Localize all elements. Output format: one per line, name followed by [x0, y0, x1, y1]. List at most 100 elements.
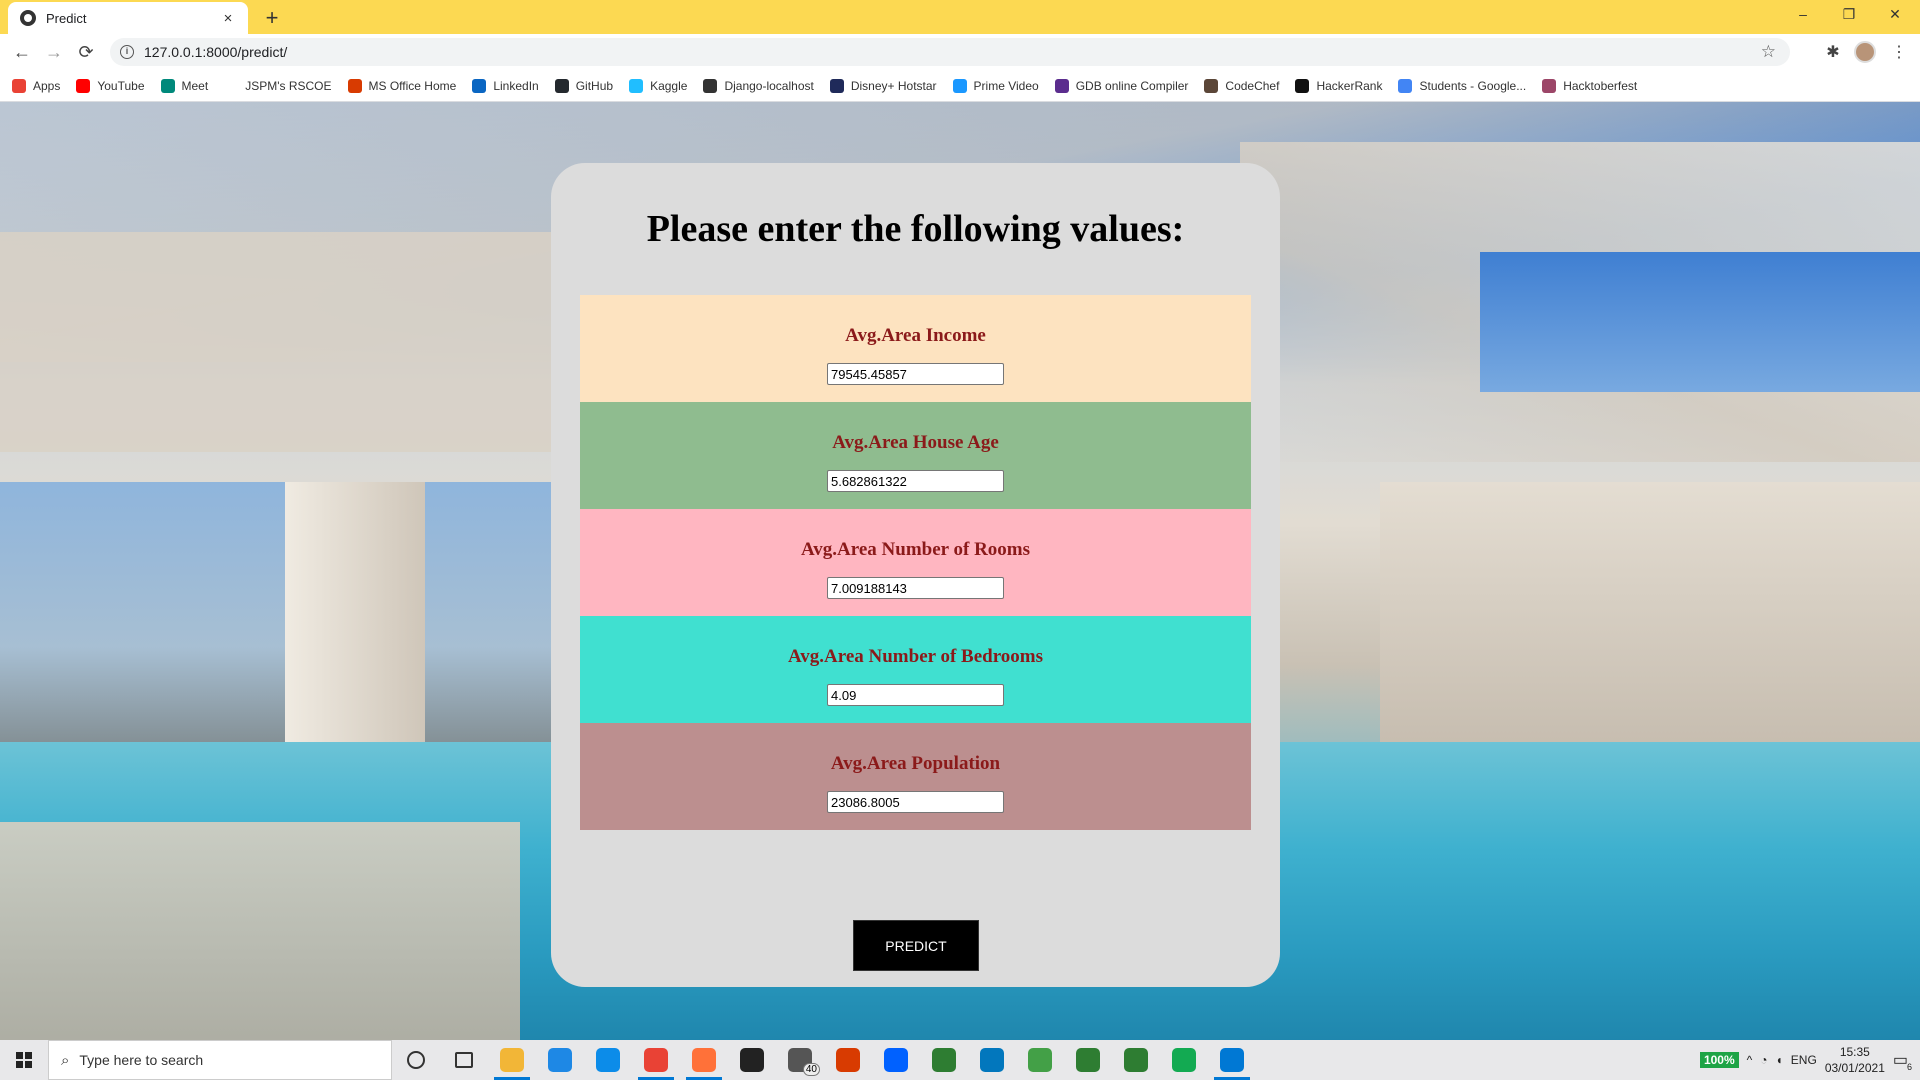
- hackerrank-icon: [1295, 78, 1310, 93]
- profile-avatar[interactable]: [1854, 41, 1876, 63]
- tray-overflow-icon[interactable]: ^: [1747, 1053, 1753, 1067]
- clock[interactable]: 15:35 03/01/2021: [1825, 1044, 1885, 1076]
- background-wall: [0, 232, 560, 452]
- taskbar-app-button[interactable]: [392, 1040, 440, 1080]
- taskbar-app-button[interactable]: [872, 1040, 920, 1080]
- bookmark-label: LinkedIn: [493, 78, 539, 93]
- app-l-icon: [548, 1048, 572, 1072]
- field-input[interactable]: [827, 470, 1004, 492]
- hacktoberfest-icon: [1542, 78, 1557, 93]
- bookmark-label: YouTube: [97, 78, 145, 93]
- forward-button[interactable]: →: [40, 38, 68, 66]
- taskbar-app-button[interactable]: [824, 1040, 872, 1080]
- browser-menu-icon[interactable]: ⋮: [1886, 40, 1912, 66]
- taskbar-app-button[interactable]: [536, 1040, 584, 1080]
- taskbar-app-button[interactable]: [584, 1040, 632, 1080]
- tab-favicon-icon: [20, 10, 36, 26]
- field-label: Avg.Area Income: [845, 325, 986, 346]
- bookmark-item[interactable]: GitHub: [554, 78, 614, 93]
- field-input[interactable]: [827, 684, 1004, 706]
- bookmark-label: MS Office Home: [368, 78, 457, 93]
- field-input[interactable]: [827, 791, 1004, 813]
- taskbar-app-button[interactable]: [632, 1040, 680, 1080]
- bookmark-item[interactable]: Django-localhost: [703, 78, 814, 93]
- form-fields: Avg.Area Income Avg.Area House Age Avg.Are…: [580, 295, 1251, 830]
- taskbar-app-button[interactable]: [440, 1040, 488, 1080]
- bookmark-item[interactable]: Kaggle: [629, 78, 687, 93]
- back-button[interactable]: ←: [8, 38, 36, 66]
- taskbar-app-button[interactable]: [1160, 1040, 1208, 1080]
- clock-date: 03/01/2021: [1824, 1061, 1885, 1075]
- bookmark-item[interactable]: CodeChef: [1204, 78, 1279, 93]
- taskbar-app-button[interactable]: [920, 1040, 968, 1080]
- taskbar-app-button[interactable]: [1064, 1040, 1112, 1080]
- apps-grid-icon: [12, 78, 26, 93]
- network-icon[interactable]: ◔: [1760, 1053, 1767, 1067]
- youtube-icon: [76, 78, 91, 93]
- browser-tab-predict[interactable]: Predict ×: [8, 2, 248, 34]
- tab-title: Predict: [46, 10, 87, 26]
- field-input[interactable]: [827, 577, 1004, 599]
- predict-button[interactable]: PREDICT: [853, 920, 979, 971]
- bookmark-label: Meet: [181, 78, 209, 93]
- bookmark-label: GitHub: [575, 78, 614, 93]
- bookmark-item[interactable]: Apps: [12, 78, 60, 93]
- bookmark-item[interactable]: GDB online Compiler: [1054, 78, 1188, 93]
- linkedin-icon: [472, 78, 487, 93]
- site-info-icon[interactable]: i: [120, 45, 134, 59]
- bookmark-label: Students - Google...: [1419, 78, 1527, 93]
- page-viewport: Please enter the following values: Avg.A…: [0, 102, 1920, 1040]
- address-bar[interactable]: i 127.0.0.1:8000/predict/ ☆: [110, 38, 1790, 66]
- taskbar-search-box[interactable]: ⌕ Type here to search: [48, 1040, 392, 1080]
- field-label: Avg.Area Population: [830, 753, 1001, 774]
- minimize-button[interactable]: –: [1780, 0, 1826, 30]
- form-heading: Please enter the following values:: [646, 208, 1185, 250]
- taskbar-app-button[interactable]: [1016, 1040, 1064, 1080]
- bookmark-item[interactable]: LinkedIn: [472, 78, 539, 93]
- start-button[interactable]: [0, 1040, 48, 1080]
- bookmark-star-icon[interactable]: ☆: [1761, 42, 1776, 62]
- bookmark-item[interactable]: HackerRank: [1295, 78, 1382, 93]
- background-deck: [0, 822, 520, 1040]
- windows-logo-icon: [16, 1052, 32, 1068]
- bookmark-item[interactable]: YouTube: [76, 78, 145, 93]
- bookmark-item[interactable]: MS Office Home: [347, 78, 457, 93]
- address-bar-url[interactable]: 127.0.0.1:8000/predict/: [144, 44, 287, 60]
- taskbar-app-button[interactable]: [728, 1040, 776, 1080]
- taskbar-app-button[interactable]: [1208, 1040, 1256, 1080]
- media-app-icon: [1124, 1048, 1148, 1072]
- taskbar-app-button[interactable]: [488, 1040, 536, 1080]
- bookmark-item[interactable]: Disney+ Hotstar: [829, 78, 937, 93]
- bookmark-item[interactable]: JSPM's RSCOE: [224, 78, 332, 93]
- taskbar-app-button[interactable]: [680, 1040, 728, 1080]
- taskbar-app-button[interactable]: [968, 1040, 1016, 1080]
- form-field-row: Avg.Area Population: [580, 723, 1251, 830]
- form-field-row: Avg.Area Number of Bedrooms: [580, 616, 1251, 723]
- bookmark-item[interactable]: Meet: [160, 78, 209, 93]
- bookmark-item[interactable]: Prime Video: [952, 78, 1039, 93]
- bookmark-label: Prime Video: [973, 78, 1039, 93]
- field-input[interactable]: [827, 363, 1004, 385]
- extensions-icon[interactable]: ✱: [1820, 40, 1846, 66]
- bookmark-item[interactable]: Students - Google...: [1398, 78, 1527, 93]
- taskbar-app-button[interactable]: [1112, 1040, 1160, 1080]
- new-tab-button[interactable]: +: [258, 4, 286, 32]
- notification-center-icon[interactable]: ▭ 6: [1893, 1050, 1912, 1072]
- kaggle-icon: [629, 78, 644, 93]
- reload-button[interactable]: ⟳: [72, 38, 100, 66]
- taskbar-app-button[interactable]: 40: [776, 1040, 824, 1080]
- chart-app-icon: [1028, 1048, 1052, 1072]
- bookmark-label: Django-localhost: [724, 78, 814, 93]
- language-indicator[interactable]: ENG: [1791, 1053, 1817, 1067]
- mail-badge: 40: [802, 1063, 820, 1076]
- restore-button[interactable]: ❐: [1826, 0, 1872, 30]
- dropbox-icon: [884, 1048, 908, 1072]
- close-window-button[interactable]: ✕: [1872, 0, 1918, 30]
- prediction-form-card: Please enter the following values: Avg.A…: [551, 163, 1280, 987]
- bookmark-item[interactable]: Hacktoberfest: [1542, 78, 1637, 93]
- volume-icon[interactable]: ◖: [1776, 1053, 1783, 1067]
- file-explorer-icon: [500, 1048, 524, 1072]
- tab-close-icon[interactable]: ×: [220, 10, 236, 27]
- battery-percent[interactable]: 100%: [1699, 1052, 1739, 1068]
- bookmark-label: JSPM's RSCOE: [245, 78, 332, 93]
